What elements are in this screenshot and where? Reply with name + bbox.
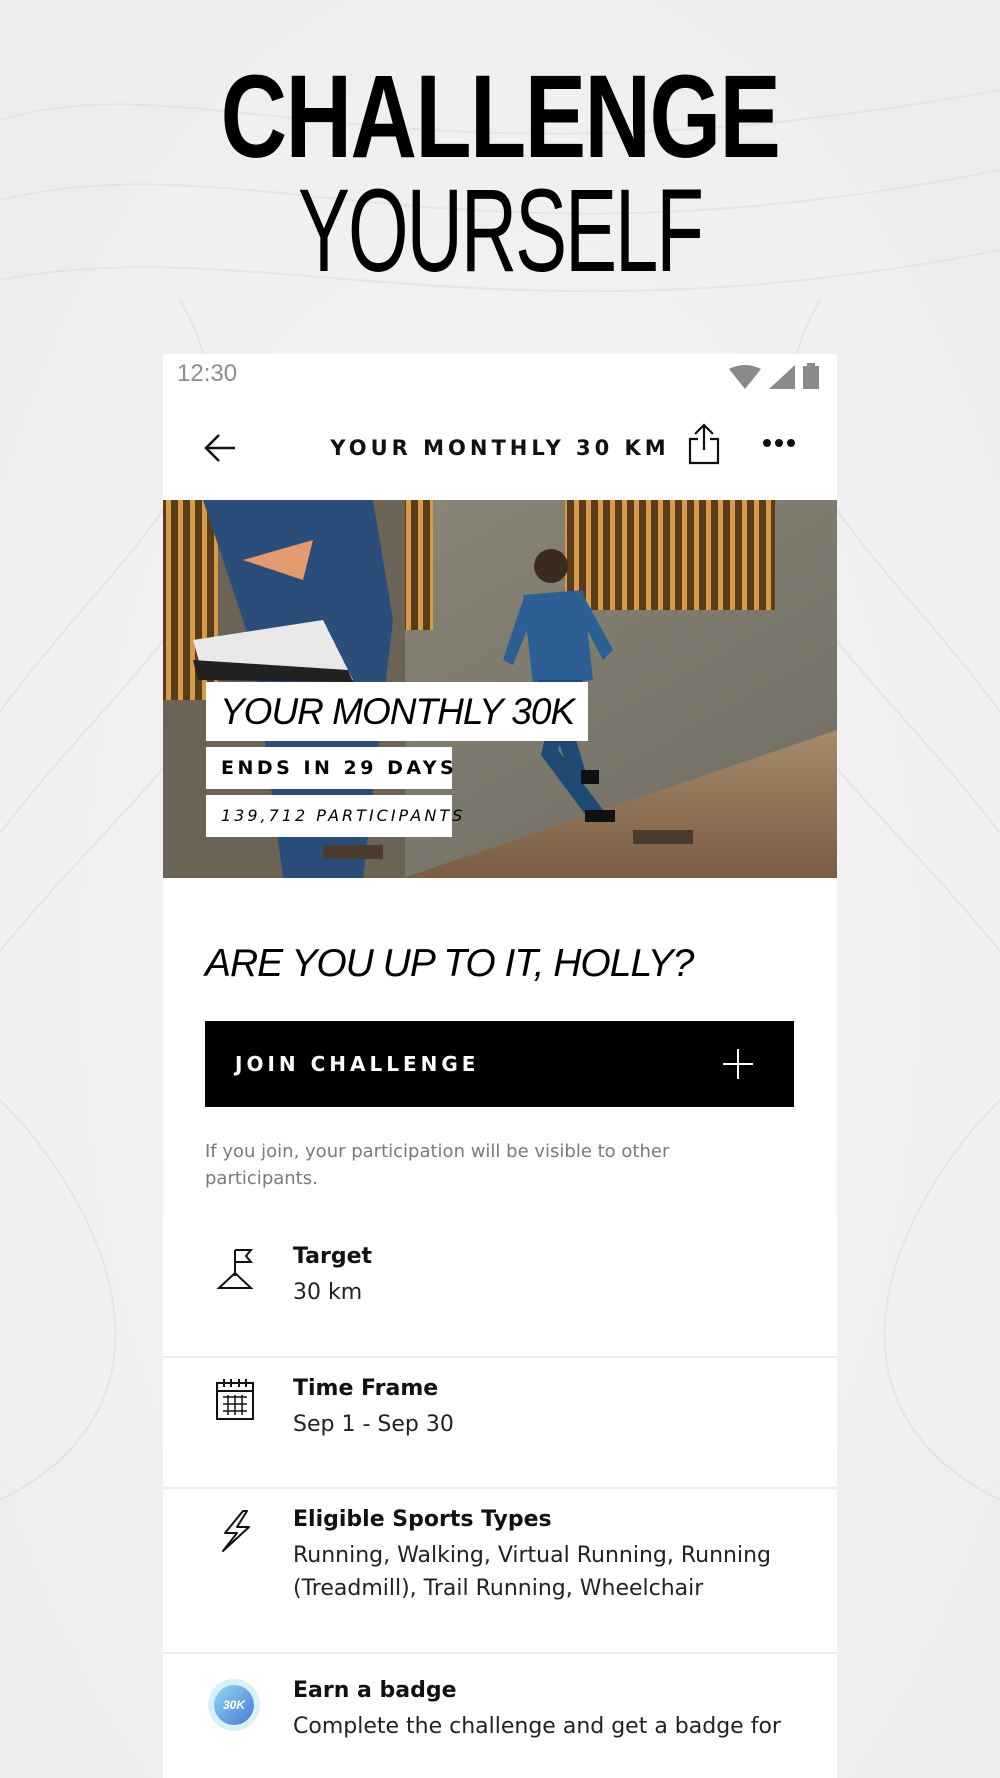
headline-line-1: CHALLENGE: [220, 51, 781, 183]
battery-icon: [803, 363, 819, 389]
flag-icon: [216, 1249, 254, 1289]
join-challenge-button[interactable]: JOIN CHALLENGE: [205, 1021, 794, 1107]
detail-heading: Target: [293, 1244, 373, 1269]
calendar-icon: [216, 1379, 254, 1420]
detail-value: Running, Walking, Virtual Running, Runni…: [293, 1543, 771, 1601]
badge-icon-text: 30K: [223, 1698, 246, 1712]
promo-headline: CHALLENGE YOURSELF: [0, 51, 1000, 297]
hero-title-tag: YOUR MONTHLY 30K: [206, 682, 589, 741]
challenge-question: ARE YOU UP TO IT, HOLLY?: [205, 942, 694, 985]
page-title: YOUR MONTHLY 30 KM: [330, 436, 670, 460]
signal-icon: [769, 365, 795, 389]
divider: [163, 1356, 837, 1358]
participation-disclaimer: If you join, your participation will be …: [205, 1141, 670, 1189]
hero-ends-tag: ENDS IN 29 DAYS: [206, 747, 454, 789]
lightning-icon: [222, 1510, 250, 1552]
hero-participants-tag: 139,712 PARTICIPANTS: [206, 795, 462, 837]
detail-heading: Eligible Sports Types: [293, 1507, 552, 1532]
more-icon[interactable]: [759, 428, 799, 458]
wifi-icon: [729, 365, 761, 389]
badge-icon: 30K: [208, 1679, 260, 1731]
detail-value: Sep 1 - Sep 30: [293, 1412, 454, 1437]
detail-value: Complete the challenge and get a badge f…: [293, 1714, 781, 1739]
share-icon[interactable]: [684, 422, 724, 466]
divider: [163, 1652, 837, 1654]
join-challenge-label: JOIN CHALLENGE: [235, 1052, 480, 1076]
detail-value: 30 km: [293, 1280, 363, 1305]
status-icons: [729, 363, 819, 389]
app-bar: YOUR MONTHLY 30 KM: [163, 398, 837, 500]
headline-line-2: YOURSELF: [298, 165, 704, 297]
status-time: 12:30: [177, 360, 238, 387]
divider: [163, 1487, 837, 1489]
detail-heading: Time Frame: [293, 1376, 439, 1401]
plus-icon: [723, 1049, 753, 1079]
phone-screen: 12:30 YOUR MONTHLY 30 KM YOUR MONTHLY 30…: [163, 354, 837, 1778]
detail-heading: Earn a badge: [293, 1678, 457, 1703]
challenge-hero-image: YOUR MONTHLY 30K ENDS IN 29 DAYS 139,712…: [163, 500, 837, 878]
status-bar: 12:30: [163, 354, 837, 398]
